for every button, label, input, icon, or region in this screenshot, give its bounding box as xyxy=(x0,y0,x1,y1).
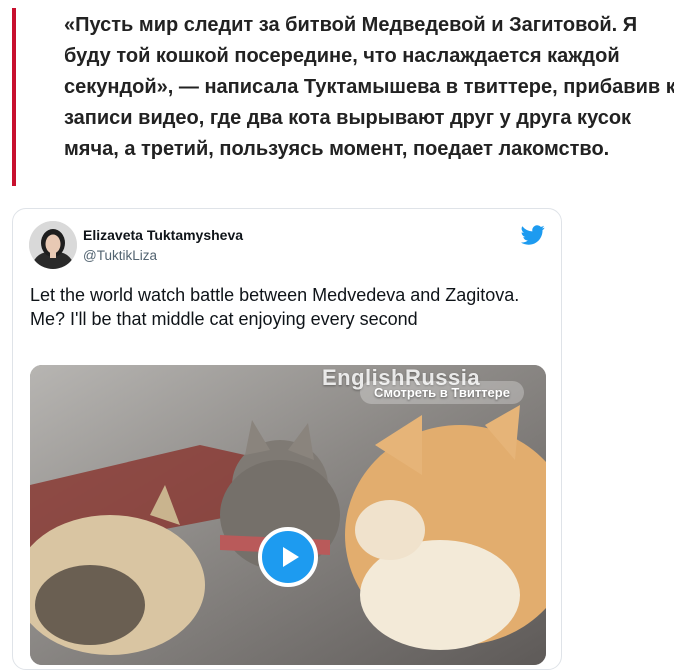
avatar-image xyxy=(29,221,77,269)
avatar[interactable] xyxy=(29,221,77,269)
author-name[interactable]: Elizaveta Tuktamysheva xyxy=(83,227,243,243)
play-icon xyxy=(283,547,299,567)
quote-accent-bar xyxy=(12,8,16,186)
video-thumbnail xyxy=(30,365,546,665)
article-quote: «Пусть мир следит за битвой Медведевой и… xyxy=(12,8,674,186)
quote-text: «Пусть мир следит за битвой Медведевой и… xyxy=(64,14,674,160)
tweet-video[interactable]: EnglishRussia Смотреть в Твиттере xyxy=(30,365,546,665)
play-button[interactable] xyxy=(258,527,318,587)
twitter-bird-icon[interactable] xyxy=(521,223,545,247)
author-handle[interactable]: @TuktikLiza xyxy=(83,248,157,263)
embedded-tweet[interactable]: Elizaveta Tuktamysheva @TuktikLiza Let t… xyxy=(12,208,562,670)
watch-on-twitter-button[interactable]: Смотреть в Твиттере xyxy=(360,381,524,404)
tweet-text: Let the world watch battle between Medve… xyxy=(30,285,520,329)
